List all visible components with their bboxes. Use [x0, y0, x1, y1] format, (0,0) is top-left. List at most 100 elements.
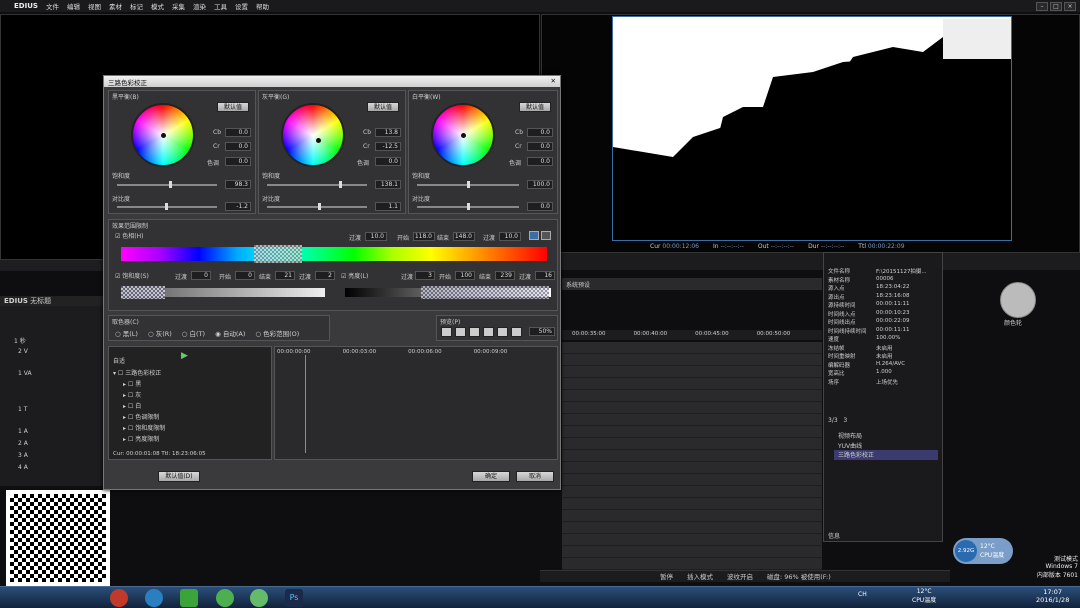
gray-contrast-slider[interactable] — [267, 203, 367, 210]
sat-transition-field[interactable]: 0 — [191, 271, 211, 280]
tree-root[interactable]: ▾ ☐ 三路色彩校正 — [113, 368, 161, 377]
gray-cr-field[interactable]: -12.5 — [375, 142, 401, 151]
track-1va[interactable]: 1 VA — [18, 370, 32, 377]
hue-transition-field[interactable]: 10.0 — [365, 232, 387, 241]
white-contrast-slider[interactable] — [417, 203, 519, 210]
preview-split-icon[interactable] — [497, 327, 508, 337]
track-1a[interactable]: 1 A — [18, 428, 28, 435]
clock[interactable]: 17:07 2016/1/28 — [1036, 588, 1069, 604]
close-icon[interactable]: × — [1064, 2, 1076, 11]
minimize-icon[interactable]: – — [1036, 2, 1048, 11]
picker-white-radio[interactable]: ○ 白(T) — [182, 328, 205, 338]
tree-item[interactable]: ▸ ☐ 色调限制 — [123, 412, 159, 421]
track-2a[interactable]: 2 A — [18, 440, 28, 447]
black-contrast-field[interactable]: -1.2 — [225, 202, 251, 211]
preview-split-icon[interactable] — [469, 327, 480, 337]
cancel-button[interactable]: 取消 — [516, 471, 554, 482]
hue-transition2-field[interactable]: 10.0 — [499, 232, 521, 241]
sat-end-field[interactable]: 21 — [275, 271, 295, 280]
ok-button[interactable]: 确定 — [472, 471, 510, 482]
track-3a[interactable]: 3 A — [18, 452, 28, 459]
lum-start-field[interactable]: 100 — [455, 271, 475, 280]
wheel-pointer[interactable] — [161, 133, 166, 138]
playhead[interactable] — [305, 355, 306, 453]
hue-end-field[interactable]: 148.0 — [453, 232, 475, 241]
saturation-checkbox[interactable]: ☑ 饱和度(S) — [115, 271, 149, 280]
gray-sat-field[interactable]: 138.1 — [375, 180, 401, 189]
picker-range-radio[interactable]: ○ 色彩范围(O) — [255, 328, 299, 338]
lum-transition2-field[interactable]: 16 — [535, 271, 555, 280]
menu-tools[interactable]: 工具 — [210, 1, 231, 11]
track-1t[interactable]: 1 T — [18, 406, 27, 413]
color-wheel-effect-icon[interactable] — [1000, 282, 1036, 318]
preview-full-icon[interactable] — [455, 327, 466, 337]
picker-gray-radio[interactable]: ○ 灰(R) — [148, 328, 172, 338]
sat-transition2-field[interactable]: 2 — [315, 271, 335, 280]
recorder-toolbar[interactable] — [541, 252, 1080, 270]
saturation-selection[interactable] — [121, 286, 165, 299]
black-default-button[interactable]: 默认值 — [217, 102, 249, 112]
white-sat-slider[interactable] — [417, 181, 519, 188]
menu-render[interactable]: 渲染 — [189, 1, 210, 11]
zoom-field[interactable]: 50% — [529, 327, 555, 336]
black-contrast-slider[interactable] — [117, 203, 217, 210]
white-contrast-field[interactable]: 0.0 — [527, 202, 553, 211]
app-icon[interactable] — [180, 589, 198, 607]
black-cr-field[interactable]: 0.0 — [225, 142, 251, 151]
picker-auto-radio[interactable]: ◉ 自动(A) — [215, 328, 245, 338]
tree-item[interactable]: ▸ ☐ 饱和度限制 — [123, 423, 165, 432]
hue-range-bar[interactable] — [121, 247, 547, 261]
track-4a[interactable]: 4 A — [18, 464, 28, 471]
white-sat-field[interactable]: 100.0 — [527, 180, 553, 189]
menu-file[interactable]: 文件 — [42, 1, 63, 11]
menu-marker[interactable]: 标记 — [126, 1, 147, 11]
preview-split-icon[interactable] — [483, 327, 494, 337]
filter-item-selected[interactable]: 三路色彩校正 — [834, 450, 938, 460]
dialog-titlebar[interactable]: 三路色彩校正 ✕ — [104, 76, 560, 87]
gray-cb-field[interactable]: 13.8 — [375, 128, 401, 137]
gray-hue-field[interactable]: 0.0 — [375, 157, 401, 166]
black-cb-field[interactable]: 0.0 — [225, 128, 251, 137]
tree-mode[interactable]: 自适 — [113, 356, 125, 365]
menu-edit[interactable]: 编辑 — [63, 1, 84, 11]
close-icon[interactable]: ✕ — [551, 77, 556, 86]
lum-end-field[interactable]: 239 — [495, 271, 515, 280]
maximize-icon[interactable]: □ — [1050, 2, 1062, 11]
filter-item[interactable]: 视频布局 — [838, 431, 862, 440]
menu-capture[interactable]: 采集 — [168, 1, 189, 11]
tree-item[interactable]: ▸ ☐ 白 — [123, 401, 141, 410]
app-icon[interactable] — [110, 589, 128, 607]
wheel-pointer[interactable] — [316, 138, 321, 143]
menu-mode[interactable]: 模式 — [147, 1, 168, 11]
range-view-icon[interactable] — [541, 231, 551, 240]
keyframe-timeline[interactable]: 00:00:00:00 00:00:03:00 00:00:06:00 00:00:0… — [274, 346, 558, 460]
track-2v[interactable]: 2 V — [18, 348, 28, 355]
gray-color-wheel[interactable] — [281, 103, 345, 167]
black-hue-field[interactable]: 0.0 — [225, 157, 251, 166]
white-default-button[interactable]: 默认值 — [519, 102, 551, 112]
timeline-tracks[interactable] — [562, 342, 822, 570]
luminance-checkbox[interactable]: ☑ 亮度(L) — [341, 271, 368, 280]
app-icon[interactable] — [250, 589, 268, 607]
black-sat-slider[interactable] — [117, 181, 217, 188]
preset-tab[interactable]: 系统预设 — [562, 278, 822, 290]
filter-item[interactable]: YUV曲线 — [838, 441, 862, 450]
eyedropper-icon[interactable] — [441, 327, 452, 337]
lum-transition-field[interactable]: 3 — [415, 271, 435, 280]
gray-default-button[interactable]: 默认值 — [367, 102, 399, 112]
app-icon[interactable] — [216, 589, 234, 607]
white-hue-field[interactable]: 0.0 — [527, 157, 553, 166]
white-cr-field[interactable]: 0.0 — [527, 142, 553, 151]
menu-view[interactable]: 视图 — [84, 1, 105, 11]
play-icon[interactable]: ▶ — [181, 351, 188, 361]
white-cb-field[interactable]: 0.0 — [527, 128, 553, 137]
black-sat-field[interactable]: 98.3 — [225, 180, 251, 189]
default-button[interactable]: 默认值(D) — [158, 471, 200, 482]
hue-start-field[interactable]: 118.0 — [413, 232, 435, 241]
wheel-pointer[interactable] — [461, 133, 466, 138]
eyedropper-icon[interactable] — [529, 231, 539, 240]
menu-settings[interactable]: 设置 — [231, 1, 252, 11]
menu-clip[interactable]: 素材 — [105, 1, 126, 11]
tree-item[interactable]: ▸ ☐ 亮度限制 — [123, 434, 159, 443]
sat-start-field[interactable]: 0 — [235, 271, 255, 280]
